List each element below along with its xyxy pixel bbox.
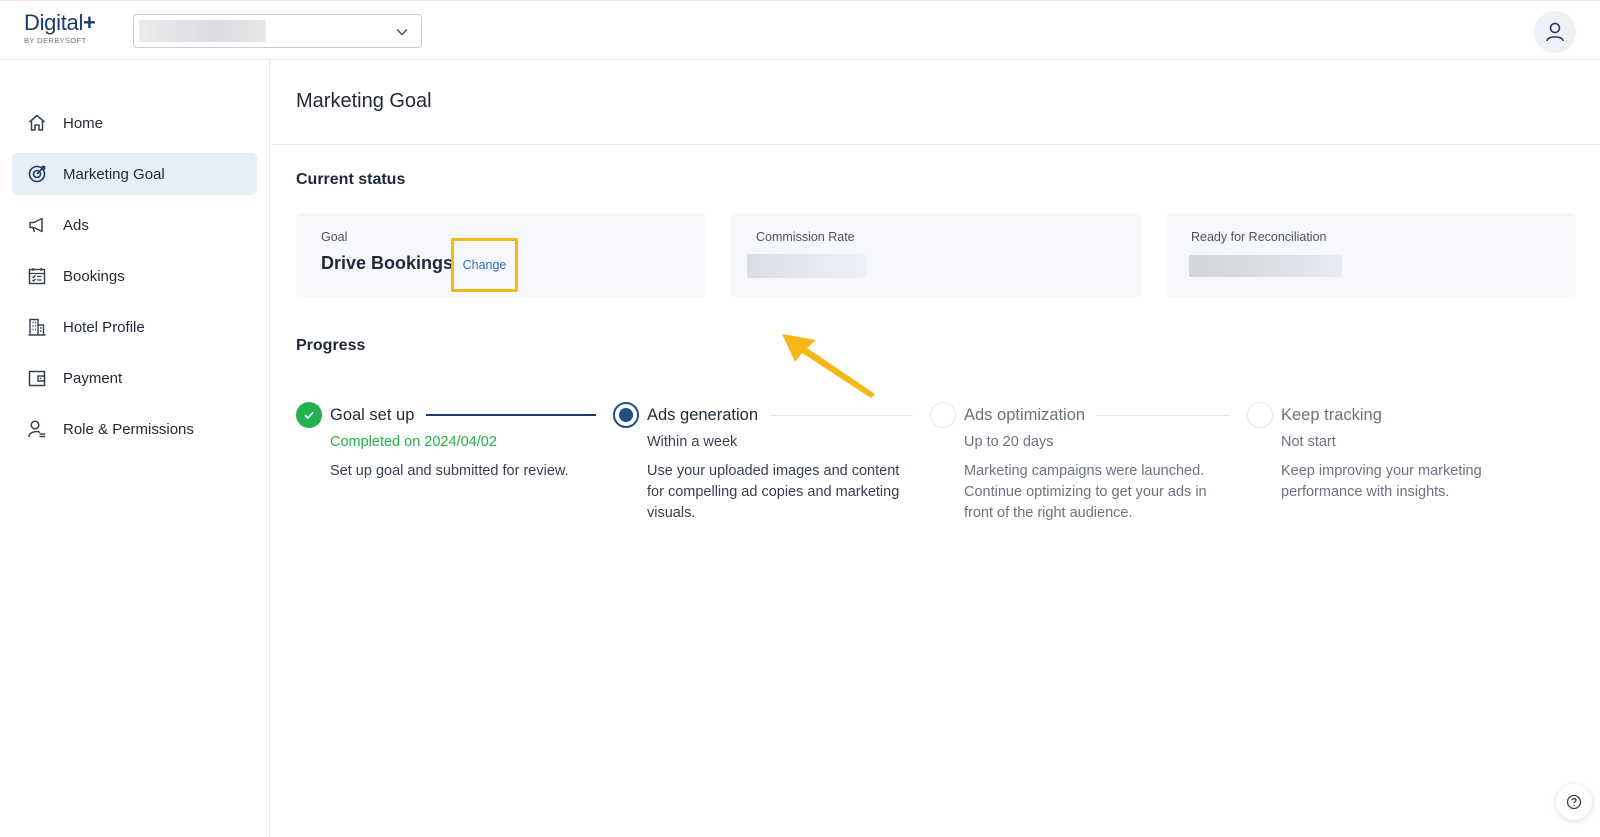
main-content: Marketing Goal Current status Goal Drive… (271, 60, 1600, 837)
check-icon (296, 402, 322, 428)
page-title: Marketing Goal (296, 90, 432, 112)
step-title: Goal set up (330, 405, 415, 424)
step-connector (426, 414, 596, 416)
step-description: Marketing campaigns were launched. Conti… (964, 463, 1207, 521)
brand-logo[interactable]: Digital+ BY DERBYSOFT (24, 11, 96, 46)
property-name-redacted (139, 20, 266, 42)
sidebar-item-hotel-profile[interactable]: Hotel Profile (12, 306, 257, 348)
calendar-icon (26, 265, 48, 287)
commission-rate-label: Commission Rate (756, 230, 855, 244)
progress-step-goal-setup: Goal set up Completed on 2024/04/02 Set … (296, 402, 596, 482)
property-selector[interactable] (133, 14, 422, 48)
change-goal-link[interactable]: Change (451, 238, 518, 292)
target-icon (26, 163, 48, 185)
sidebar-item-label: Bookings (63, 267, 125, 285)
step-subtitle: Completed on 2024/04/02 (330, 434, 497, 450)
step-description: Keep improving your marketing performanc… (1281, 463, 1482, 500)
sidebar-item-ads[interactable]: Ads (12, 204, 257, 246)
commission-rate-value-redacted (747, 254, 867, 278)
logo-text: Digital (24, 10, 84, 35)
progress-heading: Progress (296, 337, 366, 354)
sidebar-item-bookings[interactable]: Bookings (12, 255, 257, 297)
progress-step-ads-optimization: Ads optimization Up to 20 days Marketing… (930, 402, 1230, 524)
step-description: Set up goal and submitted for review. (330, 463, 569, 479)
chevron-down-icon (396, 28, 408, 36)
logo-plus: + (83, 10, 96, 35)
home-icon (26, 112, 48, 134)
progress-step-keep-tracking: Keep tracking Not start Keep improving y… (1247, 402, 1547, 503)
commission-rate-card: Commission Rate (731, 213, 1141, 297)
logo-subtitle: BY DERBYSOFT (24, 36, 87, 45)
help-icon (1566, 794, 1582, 810)
sidebar-item-label: Role & Permissions (63, 420, 194, 438)
user-avatar-button[interactable] (1534, 11, 1576, 53)
progress-step-ads-generation: Ads generation Within a week Use your up… (613, 402, 913, 524)
app-root: Digital+ BY DERBYSOFT Home Marketing Goa… (0, 0, 1600, 837)
sidebar-nav: Home Marketing Goal Ads Bookings Hotel P… (0, 60, 270, 837)
building-icon (26, 316, 48, 338)
sidebar-item-role-permissions[interactable]: Role & Permissions (12, 408, 257, 450)
sidebar-item-label: Payment (63, 369, 123, 387)
step-subtitle: Within a week (647, 434, 738, 450)
sidebar-item-home[interactable]: Home (12, 102, 257, 144)
current-status-heading: Current status (296, 171, 406, 188)
top-header: Digital+ BY DERBYSOFT (0, 0, 1600, 60)
user-icon (1546, 22, 1564, 42)
step-connector (1097, 414, 1230, 416)
sidebar-item-payment[interactable]: Payment (12, 357, 257, 399)
current-step-icon (613, 402, 639, 428)
step-subtitle: Up to 20 days (964, 434, 1054, 450)
reconciliation-value-redacted (1189, 255, 1342, 277)
step-connector (770, 414, 913, 416)
sidebar-item-label: Marketing Goal (63, 165, 165, 183)
pending-step-icon (1247, 402, 1273, 428)
step-subtitle: Not start (1281, 434, 1336, 450)
pending-step-icon (930, 402, 956, 428)
goal-value: Drive Bookings (321, 253, 454, 273)
goal-card: Goal Drive Bookings Change (296, 213, 706, 297)
reconciliation-label: Ready for Reconciliation (1191, 230, 1327, 244)
pointer-arrow-icon (782, 334, 875, 398)
reconciliation-card: Ready for Reconciliation (1166, 213, 1576, 297)
step-title: Keep tracking (1281, 405, 1382, 424)
step-description: Use your uploaded images and content for… (647, 463, 900, 521)
step-title: Ads generation (647, 405, 758, 424)
user-role-icon (26, 418, 48, 440)
sidebar-item-label: Hotel Profile (63, 318, 145, 336)
sidebar-item-label: Home (63, 114, 104, 132)
sidebar-item-label: Ads (63, 216, 89, 234)
megaphone-icon (26, 214, 48, 236)
help-button[interactable] (1556, 784, 1592, 820)
wallet-icon (26, 367, 48, 389)
page-title-bar: Marketing Goal (271, 60, 1600, 145)
step-title: Ads optimization (964, 405, 1086, 424)
sidebar-item-marketing-goal[interactable]: Marketing Goal (12, 153, 257, 195)
